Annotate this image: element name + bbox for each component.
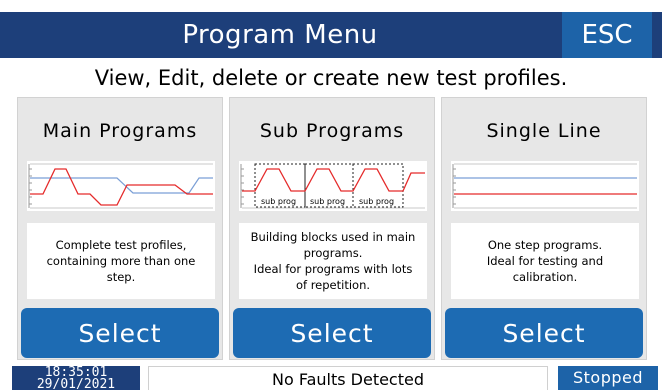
single-line-graph: [451, 161, 639, 211]
main-programs-profile-icon: [28, 163, 213, 209]
main-programs-graph: [27, 161, 215, 211]
card-description: One step programs. Ideal for testing and…: [451, 223, 639, 299]
card-title: Single Line: [486, 120, 602, 142]
fault-status: No Faults Detected: [148, 366, 548, 390]
header-bar: Program Menu ESC: [0, 12, 662, 58]
single-line-card: Single Line One step programs. Ideal for…: [441, 97, 647, 360]
sub-programs-graph: sub prog sub prog sub prog: [239, 161, 427, 211]
clock-display: 18:35:01 29/01/2021: [12, 366, 140, 390]
status-bar: 18:35:01 29/01/2021 No Faults Detected S…: [0, 366, 662, 390]
single-line-select-button[interactable]: Select: [445, 308, 643, 358]
sub-prog-label: sub prog: [261, 197, 296, 206]
card-description: Complete test profiles, containing more …: [27, 223, 215, 299]
run-status-badge: Stopped: [558, 366, 658, 390]
card-title: Sub Programs: [259, 120, 405, 142]
card-description: Building blocks used in main programs. I…: [239, 223, 427, 299]
esc-button[interactable]: ESC: [562, 12, 652, 58]
card-title: Main Programs: [42, 120, 198, 142]
page-subtitle: View, Edit, delete or create new test pr…: [94, 66, 568, 90]
sub-prog-label: sub prog: [359, 197, 394, 206]
main-programs-card: Main Programs Complete test profiles, co…: [17, 97, 223, 360]
main-programs-select-button[interactable]: Select: [21, 308, 219, 358]
sub-programs-profile-icon: sub prog sub prog sub prog: [240, 163, 425, 209]
page-title: Program Menu: [182, 20, 378, 50]
sub-programs-card: Sub Programs sub prog sub prog sub prog …: [229, 97, 435, 360]
single-line-profile-icon: [452, 163, 637, 209]
sub-programs-select-button[interactable]: Select: [233, 308, 431, 358]
sub-prog-label: sub prog: [310, 197, 345, 206]
clock-date: 29/01/2021: [36, 377, 116, 390]
